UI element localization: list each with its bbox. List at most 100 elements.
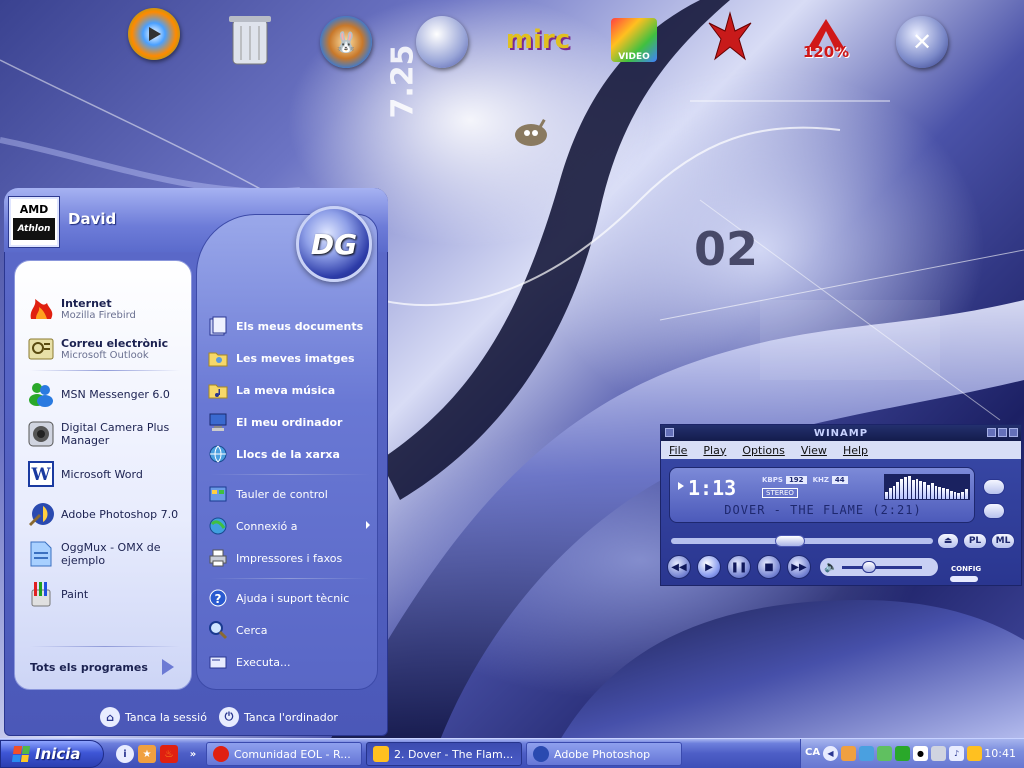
tray-mouse-icon[interactable]: [931, 746, 946, 761]
spectrum-bar: [926, 484, 930, 499]
control-panel-icon: [206, 483, 230, 505]
place-documents[interactable]: Els meus documents: [206, 315, 376, 337]
quicklaunch-explorer-icon[interactable]: ★: [138, 745, 156, 763]
gimp-icon[interactable]: [506, 112, 556, 152]
help-search[interactable]: Cerca: [206, 619, 376, 641]
playlist-button[interactable]: PL: [963, 533, 987, 549]
recent-item-paint[interactable]: Paint: [26, 576, 194, 612]
recent-item-camera[interactable]: Digital Camera Plus Manager: [26, 416, 194, 452]
speaker-icon: 🔈: [824, 560, 838, 573]
winamp-window[interactable]: WINAMP File Play Options View Help 1:13 …: [660, 424, 1022, 586]
spectrum-bar: [888, 488, 892, 499]
shade-icon[interactable]: [998, 428, 1007, 437]
quicklaunch-firebird-icon[interactable]: ♨: [160, 745, 178, 763]
place-network[interactable]: Llocs de la xarxa: [206, 443, 376, 465]
shutdown-button[interactable]: ⏻ Tanca l'ordinador: [218, 707, 338, 727]
tray-network-icon[interactable]: [859, 746, 874, 761]
spectrum-bar: [953, 491, 957, 499]
tray-arrow-icon[interactable]: ◀: [823, 746, 838, 761]
system-connect[interactable]: Connexió a: [206, 515, 376, 537]
menu-help[interactable]: Help: [843, 444, 868, 457]
pinned-item-internet[interactable]: Internet Mozilla Firebird: [26, 291, 194, 327]
tray-volume-icon[interactable]: ♪: [949, 746, 964, 761]
nero-icon[interactable]: ✕: [892, 12, 952, 72]
quake-icon[interactable]: [700, 6, 760, 66]
winamp-title: WINAMP: [813, 427, 869, 439]
messenger-globe-icon[interactable]: [412, 12, 472, 72]
recent-item-oggmux[interactable]: OggMux - OMX de ejemplo: [26, 536, 194, 572]
place-music[interactable]: La meva música: [206, 379, 376, 401]
emule-icon[interactable]: 🐰: [316, 12, 376, 72]
menu-options[interactable]: Options: [742, 444, 784, 457]
eject-button[interactable]: ⏏: [937, 533, 959, 549]
stop-button[interactable]: ■: [757, 555, 781, 579]
all-programs-label: Tots els programes: [30, 660, 148, 674]
recent-item-msn[interactable]: MSN Messenger 6.0: [26, 376, 194, 412]
alcohol-120-icon[interactable]: 120%: [796, 10, 856, 70]
recycle-bin-icon[interactable]: [220, 10, 280, 70]
language-indicator[interactable]: CA: [805, 747, 820, 758]
menu-view[interactable]: View: [801, 444, 827, 457]
recent-item-photoshop[interactable]: Adobe Photoshop 7.0: [26, 496, 194, 532]
previous-button[interactable]: ◀◀: [667, 555, 691, 579]
task-button-photoshop[interactable]: Adobe Photoshop: [526, 742, 682, 766]
recent-item-word[interactable]: W Microsoft Word: [26, 456, 194, 492]
windows-media-player-icon[interactable]: [124, 4, 184, 64]
winamp-icon: [373, 746, 389, 762]
video-icon[interactable]: VIDEO: [604, 10, 664, 70]
right-arrow-icon: [161, 659, 174, 675]
task-button-browser[interactable]: Comunidad EOL - R...: [206, 742, 362, 766]
system-tray: CA ◀ ● ♪ 10:41: [800, 739, 1024, 768]
winamp-titlebar[interactable]: WINAMP: [661, 425, 1021, 441]
help-run[interactable]: Executa...: [206, 651, 376, 673]
time-display[interactable]: 1:13: [688, 476, 736, 500]
system-printers[interactable]: Impressores i faxos: [206, 547, 376, 569]
spectrum-visualizer[interactable]: [884, 474, 970, 500]
close-icon[interactable]: [1009, 428, 1018, 437]
documents-icon: [206, 315, 230, 337]
tray-winamp-icon[interactable]: [967, 746, 982, 761]
shuffle-button[interactable]: [983, 503, 1005, 519]
spectrum-bar: [915, 478, 919, 499]
recent-title: Adobe Photoshop 7.0: [61, 507, 179, 521]
seek-bar[interactable]: [671, 535, 933, 547]
system-label: Impressores i faxos: [236, 551, 343, 565]
seek-knob[interactable]: [775, 535, 805, 547]
system-control-panel[interactable]: Tauler de control: [206, 483, 376, 505]
clock[interactable]: 10:41: [984, 747, 1016, 760]
media-library-button[interactable]: ML: [991, 533, 1015, 549]
mirc-icon[interactable]: mirc: [506, 10, 570, 70]
task-button-winamp[interactable]: 2. Dover - The Flam...: [366, 742, 522, 766]
all-programs-button[interactable]: Tots els programes: [30, 656, 180, 678]
tray-sync-icon[interactable]: [877, 746, 892, 761]
help-support[interactable]: ? Ajuda i suport tècnic: [206, 587, 376, 609]
winamp-display: 1:13 KBPS 192 KHZ 44 STEREO DOVER - THE …: [669, 467, 975, 523]
menu-file[interactable]: File: [669, 444, 687, 457]
place-label: Les meves imatges: [236, 351, 355, 365]
tray-explorer-icon[interactable]: [841, 746, 856, 761]
pinned-item-email[interactable]: Correu electrònic Microsoft Outlook: [26, 331, 194, 367]
quicklaunch-more-icon[interactable]: »: [184, 745, 202, 763]
next-button[interactable]: ▶▶: [787, 555, 811, 579]
volume-knob[interactable]: [862, 561, 876, 573]
tray-messenger-icon[interactable]: [895, 746, 910, 761]
repeat-button[interactable]: [983, 479, 1005, 495]
place-computer[interactable]: El meu ordinador: [206, 411, 376, 433]
recent-title: Paint: [61, 587, 89, 601]
pause-button[interactable]: ❚❚: [727, 555, 751, 579]
recent-title-line2: ejemplo: [61, 554, 106, 567]
user-avatar[interactable]: AMD Athlon: [9, 197, 59, 247]
menu-play[interactable]: Play: [703, 444, 726, 457]
winamp-menu-icon[interactable]: [665, 428, 674, 437]
quicklaunch-info-icon[interactable]: i: [116, 745, 134, 763]
spectrum-bar: [896, 482, 900, 499]
volume-slider[interactable]: [842, 566, 922, 569]
start-button[interactable]: Inicia: [0, 740, 104, 768]
system-label: Connexió a: [236, 519, 298, 533]
place-pictures[interactable]: Les meves imatges: [206, 347, 376, 369]
logoff-button[interactable]: ⌂ Tanca la sessió: [100, 707, 207, 727]
play-button[interactable]: ▶: [697, 555, 721, 579]
config-button[interactable]: [949, 575, 979, 583]
minimize-icon[interactable]: [987, 428, 996, 437]
tray-panda-icon[interactable]: ●: [913, 746, 928, 761]
